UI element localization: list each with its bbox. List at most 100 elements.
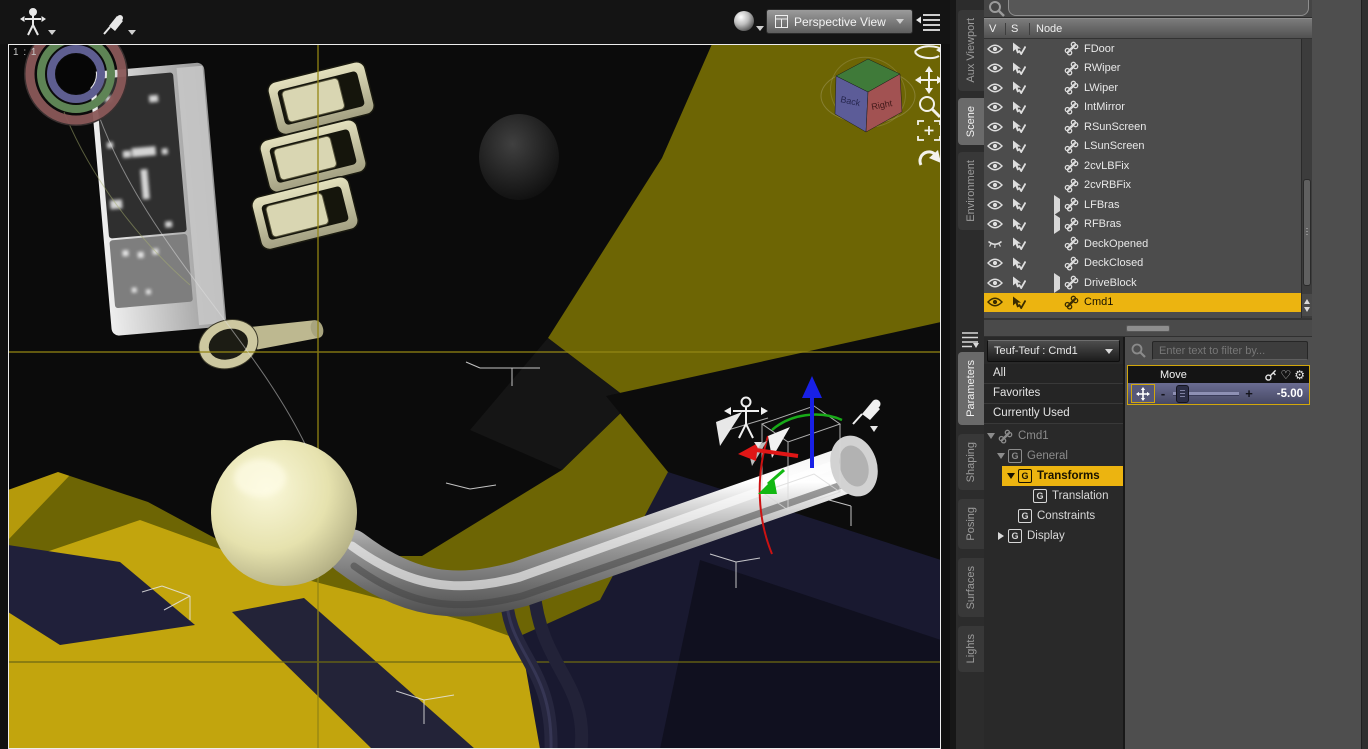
visibility-toggle[interactable] [984,63,1006,73]
scene-node-row[interactable]: DeckClosed [984,254,1312,274]
scene-node-row[interactable]: 2cvLBFix [984,156,1312,176]
filter-item-favorites[interactable]: Favorites [984,384,1123,404]
viewport-pane[interactable]: Perspective View Back Right 1: 1 [0,0,950,749]
visibility-toggle[interactable] [984,44,1006,54]
scope-selector-dropdown[interactable]: Teuf-Teuf : Cmd1 [987,340,1120,362]
filter-item-currently-used[interactable]: Currently Used [984,404,1123,424]
increment-button[interactable]: + [1244,387,1254,400]
panel-tab-aux-viewport[interactable]: Aux Viewport [958,10,984,91]
scene-node-row[interactable]: RSunScreen [984,117,1312,137]
view-selector-dropdown[interactable]: Perspective View [766,9,913,34]
pane-dock-icon[interactable] [960,330,980,348]
scene-node-row[interactable]: Cmd1 [984,292,1312,312]
visibility-toggle[interactable] [984,161,1006,171]
scrollbar[interactable] [1301,39,1312,318]
scene-node-row[interactable]: DriveBlock [984,272,1312,293]
key-icon[interactable] [1265,369,1277,381]
scroll-down-icon[interactable] [1304,306,1310,312]
scene-node-row[interactable]: LWiper [984,78,1312,98]
expand-arrow-icon[interactable] [1054,272,1064,293]
selectable-toggle[interactable] [1006,62,1030,75]
parameter-group-row[interactable]: G Constraints [984,506,1123,526]
slider-handle[interactable] [1176,385,1189,403]
gear-icon[interactable]: ⚙ [1294,369,1305,381]
visibility-toggle[interactable] [984,297,1006,307]
gizmo-rotate-green[interactable] [771,413,843,431]
view-cube[interactable]: Back Right [819,45,916,138]
visibility-toggle[interactable] [984,180,1006,190]
scene-node-row[interactable]: IntMirror [984,98,1312,118]
expand-arrow-icon[interactable] [1054,194,1064,215]
selectable-toggle[interactable] [1006,120,1030,134]
selectable-toggle[interactable] [1006,218,1030,231]
pin-tool-button[interactable] [102,13,136,37]
selectable-toggle[interactable] [1006,276,1030,290]
scrollbar-thumb[interactable] [1303,179,1311,286]
parameter-group-row[interactable]: G General [984,446,1123,466]
selectable-toggle[interactable] [1006,237,1030,251]
scene-node-row[interactable]: RWiper [984,59,1312,79]
decrement-button[interactable]: - [1158,387,1168,400]
filter-item-all[interactable]: All [984,364,1123,384]
visibility-toggle[interactable] [984,200,1006,210]
parameter-group-row[interactable]: G Display [984,526,1123,546]
scroll-up-icon[interactable] [1304,298,1310,304]
scene-node-row[interactable]: DeckOpened [984,234,1312,254]
scene-node-row[interactable]: LSunScreen [984,137,1312,157]
panel-tab-parameters[interactable]: Parameters [958,352,984,425]
visibility-toggle[interactable] [984,122,1006,132]
gizmo-axis-x[interactable] [738,443,799,461]
expand-arrow-icon[interactable] [1006,473,1016,479]
favorite-heart-icon[interactable]: ♡ [1280,369,1291,381]
orbit-tool-icon[interactable] [914,45,944,60]
panel-tab-posing[interactable]: Posing [958,499,984,549]
selectable-toggle[interactable] [1006,296,1030,309]
selectable-toggle[interactable] [1006,179,1030,192]
parameter-value[interactable]: -5.00 [1257,388,1306,400]
pin-overlay-icon[interactable] [852,399,881,433]
panel-tab-environment[interactable]: Environment [958,151,984,230]
transform-gizmo[interactable] [716,376,843,555]
scene-node-row[interactable]: RFBras [984,214,1312,235]
zoom-tool-icon[interactable] [919,96,941,119]
visibility-toggle[interactable] [984,219,1006,229]
pan-tool-icon[interactable] [915,66,943,94]
visibility-toggle[interactable] [984,141,1006,151]
parameter-group-row[interactable]: Cmd1 [984,426,1123,446]
gizmo-rotate-red[interactable] [758,435,773,555]
visibility-toggle[interactable] [984,238,1006,249]
scrollbar-buttons[interactable] [1302,294,1312,316]
expand-arrow-icon[interactable] [986,433,996,439]
selectable-toggle[interactable] [1006,42,1030,56]
panel-tab-lights[interactable]: Lights [958,626,984,672]
scene-node-row[interactable]: 2cvRBFix [984,176,1312,196]
visibility-toggle[interactable] [984,278,1006,288]
expand-arrow-icon[interactable] [996,453,1006,459]
figure-overlay-icon[interactable] [724,396,769,449]
splitter-grip[interactable] [1126,324,1170,332]
gizmo-axis-z[interactable] [758,468,785,494]
viewport-options-button[interactable] [916,13,942,31]
selectable-toggle[interactable] [1006,159,1030,173]
selectable-toggle[interactable] [1006,101,1030,114]
home-view-icon[interactable] [918,150,941,166]
drawstyle-button[interactable] [734,10,764,31]
move-drag-button[interactable] [1131,384,1155,403]
visibility-toggle[interactable] [984,258,1006,268]
panel-tab-shaping[interactable]: Shaping [958,433,984,491]
pane-splitter[interactable] [984,318,1312,337]
parameter-slider[interactable] [1171,383,1241,404]
selectable-toggle[interactable] [1006,81,1030,95]
parameter-move[interactable]: Move ♡ ⚙ - + -5.00 [1127,365,1310,405]
visibility-toggle[interactable] [984,83,1006,93]
selectable-toggle[interactable] [1006,198,1030,212]
parameter-group-row[interactable]: G Translation [984,486,1123,506]
viewport-camera-tools[interactable] [914,45,944,166]
scene-node-row[interactable]: FDoor [984,39,1312,59]
visibility-toggle[interactable] [984,102,1006,112]
panel-tab-surfaces[interactable]: Surfaces [958,557,984,618]
selectable-toggle[interactable] [1006,140,1030,153]
selectable-toggle[interactable] [1006,257,1030,270]
expand-arrow-icon[interactable] [996,532,1006,540]
3d-scene-canvas[interactable]: Back Right [0,0,950,749]
